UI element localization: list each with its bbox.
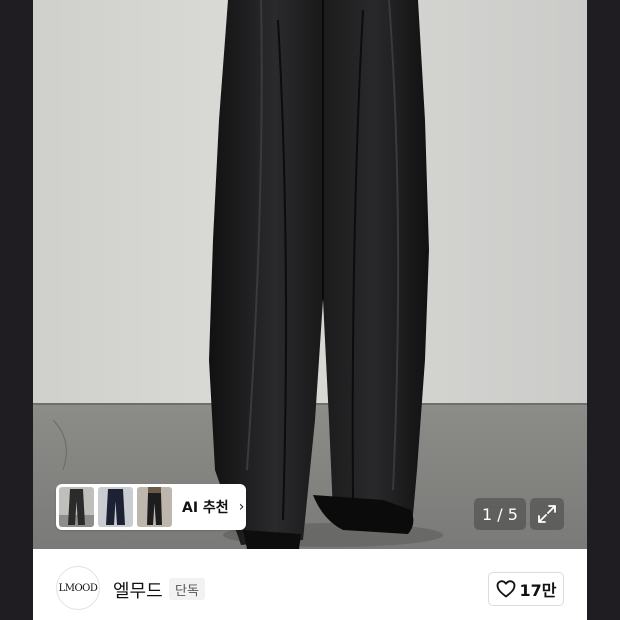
recommended-thumbnail[interactable] — [59, 487, 94, 527]
ai-recommend-label: AI 추천 — [182, 500, 229, 516]
like-count: 17만 — [519, 581, 557, 600]
expand-icon — [538, 505, 556, 523]
ai-recommend-strip[interactable]: AI 추천 › — [56, 484, 246, 530]
brand-name[interactable]: 엘무드 — [113, 577, 163, 603]
product-image[interactable]: AI 추천 › 1 / 5 — [33, 0, 587, 549]
heart-icon — [496, 580, 515, 598]
brand-logo[interactable]: LMOOD — [56, 566, 100, 610]
brand-logo-text: LMOOD — [58, 582, 98, 594]
image-counter: 1 / 5 — [474, 498, 526, 530]
chevron-right-icon: › — [238, 499, 245, 515]
like-button[interactable]: 17만 — [488, 572, 564, 606]
recommended-thumbnail[interactable] — [137, 487, 172, 527]
recommended-thumbnail[interactable] — [98, 487, 133, 527]
product-detail-screen: AI 추천 › 1 / 5 LMOOD 엘무드 단독 17만 — [33, 0, 587, 620]
product-photo-scene — [33, 0, 587, 549]
exclusive-badge: 단독 — [169, 578, 205, 600]
expand-button[interactable] — [530, 498, 564, 530]
